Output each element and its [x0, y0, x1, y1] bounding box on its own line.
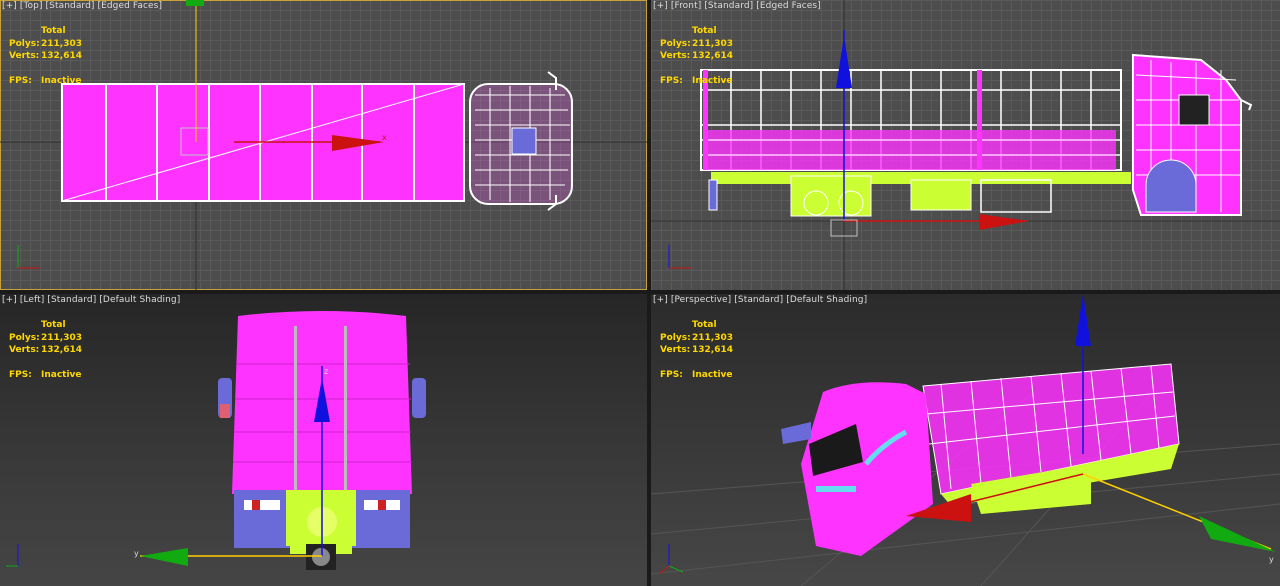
stats-overlay: Total Polys: 211,303 Verts: 132,614 FPS: In… [9, 25, 82, 87]
fps-label: FPS: [9, 75, 32, 86]
stats-title: Total [692, 320, 717, 330]
viewport-top-label: [+] [Top] [Standard] [Edged Faces] [2, 1, 162, 11]
fps-label: FPS: [660, 369, 683, 380]
verts-value: 132,614 [41, 51, 82, 61]
render-mode-menu[interactable]: [Standard] [47, 295, 96, 305]
viewport-left-label: [+] [Left] [Standard] [Default Shading] [2, 295, 180, 305]
polys-label: Polys: [9, 332, 40, 343]
render-mode-menu[interactable]: [Standard] [704, 1, 753, 11]
left-view-scene: z y [6, 311, 426, 570]
polys-value: 211,303 [692, 38, 733, 49]
shading-mode-menu[interactable]: [Default Shading] [786, 295, 867, 305]
verts-label: Verts: [660, 345, 691, 355]
axis-tripod-top [17, 245, 40, 269]
svg-text:z: z [324, 367, 328, 376]
stats-overlay: Total Polys: 211,303 Verts: 132,614 FPS: In… [660, 319, 733, 381]
stats-title: Total [41, 26, 66, 36]
shading-mode-menu[interactable]: [Default Shading] [99, 295, 180, 305]
stats-title: Total [692, 26, 717, 36]
cab-front [1132, 53, 1253, 216]
polys-value: 211,303 [692, 332, 733, 343]
gizmo-y-handle [186, 0, 204, 6]
gizmo-y-arrow [140, 548, 188, 566]
verts-value: 132,614 [692, 51, 733, 61]
fps-value: Inactive [692, 75, 733, 86]
polys-value: 211,303 [41, 38, 82, 49]
polys-label: Polys: [9, 38, 40, 49]
fps-label: FPS: [660, 75, 683, 86]
fps-value: Inactive [41, 75, 82, 86]
viewport-front-label: [+] [Front] [Standard] [Edged Faces] [653, 1, 821, 11]
polys-value: 211,303 [41, 332, 82, 343]
cab-wire-top [469, 71, 573, 211]
render-mode-menu[interactable]: [Standard] [734, 295, 783, 305]
stats-overlay: Total Polys: 211,303 Verts: 132,614 FPS: In… [9, 319, 82, 381]
view-type-menu[interactable]: [Perspective] [671, 295, 731, 305]
viewport-front[interactable]: [+] [Front] [Standard] [Edged Faces] Tot… [651, 0, 1280, 290]
axis-tripod-front [668, 245, 691, 269]
stats-title: Total [41, 320, 66, 330]
viewport-perspective[interactable]: y [+] [Perspective] [Standard] [Default … [651, 294, 1280, 586]
chassis-front [708, 172, 1131, 217]
svg-text:y: y [1269, 555, 1274, 564]
svg-text:x: x [382, 133, 387, 142]
viewport-perspective-label: [+] [Perspective] [Standard] [Default Sh… [653, 295, 867, 305]
truck-perspective [781, 363, 1180, 556]
front-view-scene [651, 0, 1280, 290]
gizmo-x-arrow [979, 214, 1029, 230]
viewport-menu-button[interactable]: [+] [2, 295, 17, 305]
polys-label: Polys: [660, 332, 691, 343]
verts-value: 132,614 [41, 345, 82, 355]
top-view-scene: x [0, 0, 647, 290]
viewport-menu-button[interactable]: [+] [653, 295, 668, 305]
viewport-menu-button[interactable]: [+] [653, 1, 668, 11]
gizmo-y-arrow [1199, 516, 1276, 552]
render-mode-menu[interactable]: [Standard] [46, 1, 95, 11]
viewport-menu-button[interactable]: [+] [2, 1, 17, 11]
bed-rack-front [700, 69, 1122, 171]
fps-value: Inactive [41, 369, 82, 380]
shading-mode-menu[interactable]: [Edged Faces] [756, 1, 821, 11]
gizmo-z-arrow [836, 36, 852, 88]
gizmo-z-arrow [1075, 294, 1091, 346]
verts-label: Verts: [9, 345, 40, 355]
viewport-divider-horizontal[interactable] [0, 290, 1280, 294]
axis-tripod-perspective [658, 544, 684, 575]
view-type-menu[interactable]: [Left] [20, 295, 45, 305]
viewport-top[interactable]: x [+] [Top] [Standard] [Edged Faces] Tot… [0, 0, 647, 290]
verts-label: Verts: [9, 51, 40, 61]
polys-label: Polys: [660, 38, 691, 49]
view-type-menu[interactable]: [Top] [20, 1, 43, 11]
viewport-left[interactable]: z y [+] [Left] [Standard] [Default Shadi… [0, 294, 647, 586]
verts-label: Verts: [660, 51, 691, 61]
fps-value: Inactive [692, 369, 733, 380]
svg-text:y: y [134, 549, 139, 558]
perspective-view-scene: y [651, 294, 1280, 586]
verts-value: 132,614 [692, 345, 733, 355]
axis-tripod-left [6, 544, 19, 567]
shading-mode-menu[interactable]: [Edged Faces] [97, 1, 162, 11]
stats-overlay: Total Polys: 211,303 Verts: 132,614 FPS: In… [660, 25, 733, 87]
view-type-menu[interactable]: [Front] [671, 1, 702, 11]
fps-label: FPS: [9, 369, 32, 380]
